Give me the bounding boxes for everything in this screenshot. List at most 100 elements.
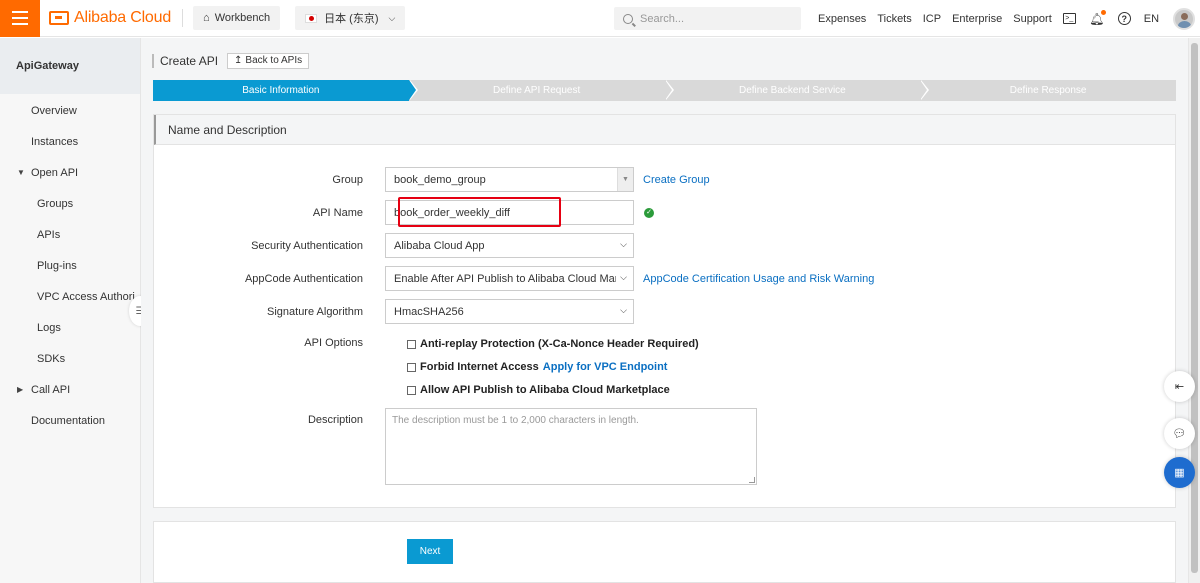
avatar[interactable]	[1173, 7, 1196, 30]
dropdown-arrow-icon: ▼	[617, 168, 633, 191]
step-define-api-request[interactable]: Define API Request	[408, 80, 674, 101]
sidebar-item-label: Call API	[31, 383, 71, 396]
api-name-label: API Name	[312, 206, 363, 219]
sidebar-item-label: Logs	[37, 321, 61, 334]
sidebar-item-plug-ins[interactable]: Plug-ins	[0, 250, 140, 281]
sidebar-item-logs[interactable]: Logs	[0, 312, 140, 343]
step-define-response[interactable]: Define Response	[920, 80, 1176, 101]
sidebar-item-label: VPC Access Authori...	[37, 290, 140, 303]
workbench-button[interactable]: ⌂ Workbench	[193, 6, 281, 30]
option-allow-marketplace: Allow API Publish to Alibaba Cloud Marke…	[407, 384, 670, 396]
footer-actions: Next	[153, 521, 1176, 583]
anti-replay-checkbox[interactable]	[407, 339, 416, 349]
divider	[182, 9, 184, 27]
enterprise-link[interactable]: Enterprise	[952, 13, 1002, 25]
scrollbar-thumb[interactable]	[1191, 43, 1198, 573]
alibaba-cloud-logo[interactable]: Alibaba Cloud	[49, 0, 171, 37]
option-label: Allow API Publish to Alibaba Cloud Marke…	[420, 384, 670, 396]
search-input[interactable]: Search...	[614, 7, 801, 30]
security-auth-select[interactable]: Alibaba Cloud App ⌵	[385, 233, 634, 258]
check-circle-icon: ✓	[644, 207, 654, 218]
page-header: Create API ↥ Back to APIs	[152, 52, 310, 69]
option-forbid-internet: Forbid Internet Access Apply for VPC End…	[407, 361, 667, 373]
help-icon[interactable]: ?	[1117, 12, 1131, 25]
sidebar-item-label: Overview	[31, 104, 77, 117]
sidebar-item-overview[interactable]: Overview	[0, 95, 140, 126]
search-icon	[623, 13, 633, 24]
page-title: Create API	[160, 53, 219, 68]
brand-name: Alibaba Cloud	[74, 9, 172, 26]
arrow-up-icon: ↥	[234, 55, 243, 66]
next-button[interactable]: Next	[407, 539, 453, 564]
top-navigation-bar: Alibaba Cloud ⌂ Workbench 日本 (东京) ⌵ Sear…	[0, 0, 1200, 37]
collapse-panel-icon[interactable]: ⇤	[1164, 371, 1195, 402]
bell-icon[interactable]: 🔔︎	[1089, 9, 1106, 26]
section-title: Name and Description	[154, 115, 1175, 145]
main-content: Create API ↥ Back to APIs Basic Informat…	[141, 38, 1188, 583]
sidebar-group-call-api[interactable]: ▶ Call API	[0, 374, 140, 405]
icp-link[interactable]: ICP	[923, 13, 941, 25]
terminal-icon[interactable]: >_	[1062, 13, 1076, 24]
sidebar-item-groups[interactable]: Groups	[0, 188, 140, 219]
group-value: book_demo_group	[394, 173, 486, 186]
group-label: Group	[332, 173, 363, 186]
option-anti-replay: Anti-replay Protection (X-Ca-Nonce Heade…	[407, 338, 699, 350]
page-scrollbar[interactable]	[1188, 38, 1200, 583]
sidebar-item-label: SDKs	[37, 352, 66, 365]
signature-algorithm-label: Signature Algorithm	[267, 305, 363, 318]
sidebar: ApiGateway Overview Instances ▼ Open API …	[0, 38, 141, 583]
region-selector[interactable]: 日本 (东京) ⌵	[295, 6, 406, 30]
support-link[interactable]: Support	[1013, 13, 1052, 25]
step-basic-information[interactable]: Basic Information	[153, 80, 418, 101]
step-define-backend-service[interactable]: Define Backend Service	[664, 80, 930, 101]
chevron-down-icon: ⌵	[620, 272, 627, 282]
step-label: Define API Request	[492, 85, 581, 96]
back-to-apis-button[interactable]: ↥ Back to APIs	[227, 52, 310, 69]
caret-down-icon: ▼	[17, 168, 25, 177]
sidebar-item-label: Open API	[31, 166, 79, 179]
sidebar-item-label: Groups	[37, 197, 74, 210]
step-label: Define Response	[1009, 85, 1087, 96]
api-options-row: API Options	[154, 337, 385, 349]
forbid-internet-checkbox[interactable]	[407, 362, 416, 372]
description-textarea[interactable]: The description must be 1 to 2,000 chara…	[385, 408, 757, 485]
sidebar-item-documentation[interactable]: Documentation	[0, 405, 140, 436]
step-label: Define Backend Service	[739, 85, 846, 96]
signature-algorithm-row: Signature Algorithm HmacSHA256 ⌵	[154, 299, 634, 324]
option-label: Forbid Internet Access	[420, 361, 539, 373]
chevron-down-icon: ⌵	[620, 239, 627, 249]
create-group-link[interactable]: Create Group	[643, 174, 710, 186]
apply-vpc-endpoint-link[interactable]: Apply for VPC Endpoint	[543, 361, 668, 373]
alibaba-logo-icon	[49, 11, 69, 25]
workbench-label: Workbench	[214, 12, 271, 24]
sidebar-item-label: Documentation	[31, 414, 105, 427]
sidebar-item-instances[interactable]: Instances	[0, 126, 140, 157]
sidebar-item-label: APIs	[37, 228, 61, 241]
signature-algorithm-select[interactable]: HmacSHA256 ⌵	[385, 299, 634, 324]
resize-grip-icon[interactable]	[749, 477, 755, 483]
allow-marketplace-checkbox[interactable]	[407, 385, 416, 395]
chevron-down-icon: ⌵	[620, 305, 627, 315]
feedback-chat-icon[interactable]: 💬︎	[1164, 418, 1195, 449]
apps-grid-icon[interactable]: ▦	[1164, 457, 1195, 488]
group-row: Group book_demo_group ▼ Create Group	[154, 167, 710, 192]
appcode-auth-select[interactable]: Enable After API Publish to Alibaba Clou…	[385, 266, 634, 291]
api-options-label: API Options	[304, 337, 363, 349]
language-switch[interactable]: EN	[1144, 13, 1159, 25]
expenses-link[interactable]: Expenses	[818, 13, 866, 25]
next-button-label: Next	[419, 546, 441, 557]
notification-dot	[1100, 9, 1106, 15]
japan-flag-icon	[305, 13, 318, 23]
name-and-description-panel: Name and Description Group book_demo_gro…	[153, 114, 1176, 508]
menu-hamburger-icon[interactable]	[0, 0, 40, 37]
sidebar-item-vpc-access[interactable]: VPC Access Authori...	[0, 281, 140, 312]
sidebar-group-open-api[interactable]: ▼ Open API	[0, 157, 140, 188]
description-placeholder: The description must be 1 to 2,000 chara…	[392, 415, 639, 426]
api-name-input[interactable]: book_order_weekly_diff	[385, 200, 634, 225]
sidebar-item-sdks[interactable]: SDKs	[0, 343, 140, 374]
group-select[interactable]: book_demo_group ▼	[385, 167, 634, 192]
tickets-link[interactable]: Tickets	[877, 13, 911, 25]
appcode-risk-warning-link[interactable]: AppCode Certification Usage and Risk War…	[643, 273, 874, 285]
appcode-auth-row: AppCode Authentication Enable After API …	[154, 266, 874, 291]
sidebar-item-apis[interactable]: APIs	[0, 219, 140, 250]
